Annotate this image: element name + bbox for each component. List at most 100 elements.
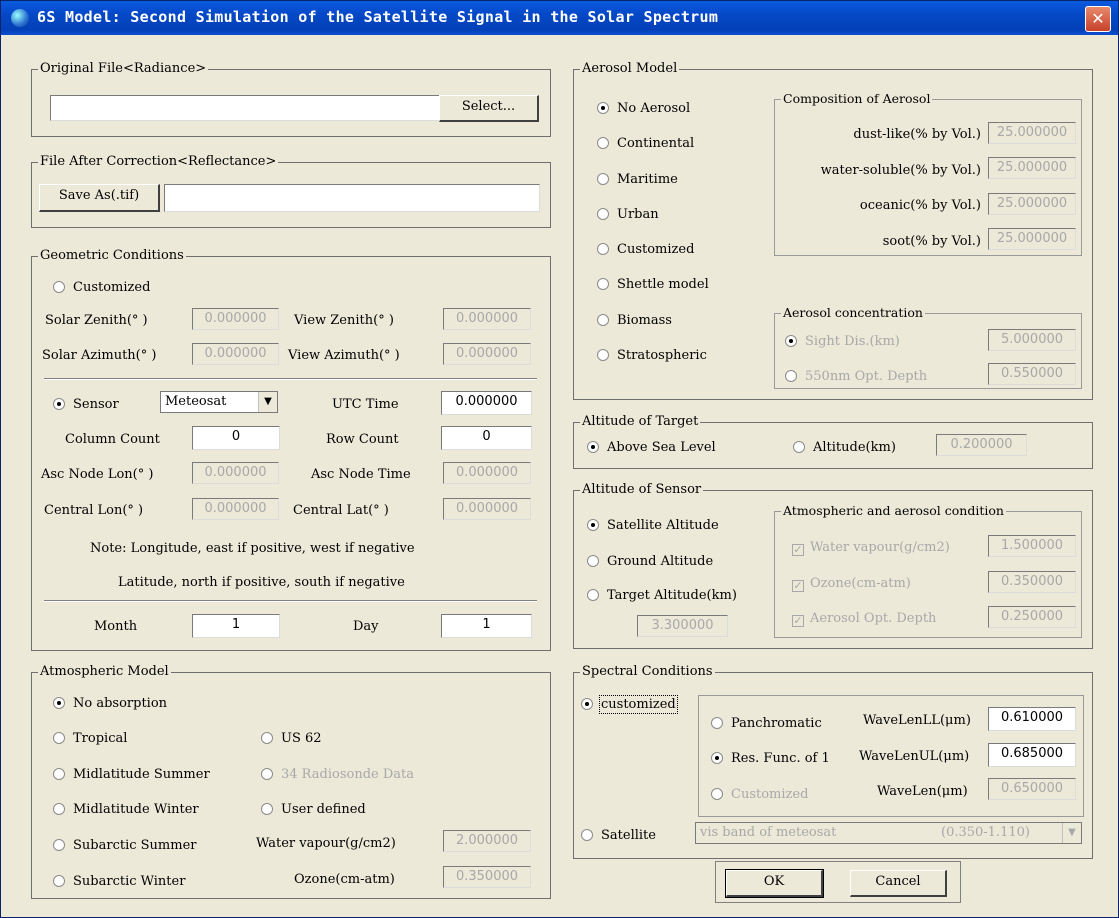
row-count-field[interactable]: 0 bbox=[441, 426, 532, 450]
opt-depth-radio[interactable]: 550nm Opt. Depth bbox=[785, 369, 927, 385]
opt-depth-field[interactable]: 0.550000 bbox=[988, 363, 1076, 385]
radiosonde-radio[interactable]: 34 Radiosonde Data bbox=[261, 767, 414, 783]
sensor-target-altitude-field[interactable]: 3.300000 bbox=[637, 615, 728, 637]
radio-label: US 62 bbox=[281, 731, 322, 746]
central-lon-field[interactable]: 0.000000 bbox=[192, 498, 279, 520]
ozone-checkbox[interactable]: ✓ Ozone(cm-atm) bbox=[792, 576, 911, 592]
panchromatic-radio[interactable]: Panchromatic bbox=[711, 716, 822, 732]
us62-radio[interactable]: US 62 bbox=[261, 731, 322, 747]
satellite-altitude-radio[interactable]: Satellite Altitude bbox=[587, 518, 719, 534]
save-as-button[interactable]: Save As(.tif) bbox=[39, 184, 160, 212]
midlatitude-summer-radio[interactable]: Midlatitude Summer bbox=[53, 767, 210, 783]
checkbox-label: Ozone(cm-atm) bbox=[810, 576, 911, 591]
midlatitude-winter-radio[interactable]: Midlatitude Winter bbox=[53, 802, 199, 818]
shettle-model-radio[interactable]: Shettle model bbox=[597, 277, 709, 293]
original-file-group: Original File<Radiance> Select... bbox=[31, 61, 551, 137]
sensor-radio[interactable]: Sensor bbox=[53, 397, 119, 413]
no-absorption-radio[interactable]: No absorption bbox=[53, 696, 167, 712]
oceanic-field[interactable]: 25.000000 bbox=[988, 193, 1076, 215]
sensor-altitude-group: Altitude of Sensor Satellite Altitude Gr… bbox=[573, 482, 1093, 649]
ground-altitude-radio[interactable]: Ground Altitude bbox=[587, 554, 713, 570]
soot-field[interactable]: 25.000000 bbox=[988, 228, 1076, 250]
wavelen-field[interactable]: 0.650000 bbox=[988, 778, 1076, 800]
target-altitude-km-radio[interactable]: Target Altitude(km) bbox=[587, 588, 737, 604]
day-field[interactable]: 1 bbox=[441, 614, 532, 638]
stratospheric-radio[interactable]: Stratospheric bbox=[597, 348, 707, 364]
biomass-radio[interactable]: Biomass bbox=[597, 313, 672, 329]
wavelen-ul-field[interactable]: 0.685000 bbox=[988, 743, 1076, 767]
select-file-button[interactable]: Select... bbox=[439, 95, 539, 122]
sensor-altitude-legend: Altitude of Sensor bbox=[580, 482, 704, 498]
subarctic-winter-radio[interactable]: Subarctic Winter bbox=[53, 874, 185, 890]
radio-circle-icon bbox=[53, 875, 65, 887]
checkbox-label: Water vapour(g/cm2) bbox=[810, 540, 950, 555]
water-vapour-field[interactable]: 2.000000 bbox=[443, 830, 531, 852]
solar-zenith-field[interactable]: 0.000000 bbox=[192, 308, 279, 330]
sensor-water-vapour-field[interactable]: 1.500000 bbox=[988, 535, 1076, 557]
close-button[interactable]: ✕ bbox=[1085, 6, 1111, 32]
user-defined-radio[interactable]: User defined bbox=[261, 802, 366, 818]
dropdown-arrow-icon[interactable]: ▼ bbox=[1062, 823, 1081, 843]
column-count-field[interactable]: 0 bbox=[192, 426, 280, 450]
maritime-radio[interactable]: Maritime bbox=[597, 172, 678, 188]
wavelen-ll-field[interactable]: 0.610000 bbox=[988, 707, 1076, 731]
asc-node-lon-field[interactable]: 0.000000 bbox=[192, 462, 279, 484]
radio-label: Shettle model bbox=[617, 277, 709, 292]
continental-radio[interactable]: Continental bbox=[597, 136, 694, 152]
wavelength-group: Panchromatic WaveLenLL(μm) 0.610000 Res.… bbox=[698, 695, 1084, 817]
original-file-path[interactable] bbox=[50, 95, 456, 121]
spectral-customized-radio[interactable]: customized bbox=[581, 695, 678, 714]
solar-azimuth-field[interactable]: 0.000000 bbox=[192, 343, 279, 365]
asc-node-time-field[interactable]: 0.000000 bbox=[443, 462, 531, 484]
ok-button[interactable]: OK bbox=[725, 869, 824, 898]
wavelen-label: WaveLen(μm) bbox=[877, 784, 968, 799]
target-altitude-group: Altitude of Target Above Sea Level Altit… bbox=[573, 414, 1093, 469]
water-vapour-checkbox[interactable]: ✓ Water vapour(g/cm2) bbox=[792, 540, 950, 556]
checkbox-checked-icon: ✓ bbox=[792, 543, 804, 556]
sight-distance-field[interactable]: 5.000000 bbox=[988, 329, 1076, 351]
cancel-button[interactable]: Cancel bbox=[850, 870, 947, 897]
view-zenith-field[interactable]: 0.000000 bbox=[443, 308, 531, 330]
geometric-customized-radio[interactable]: Customized bbox=[53, 280, 150, 296]
dropdown-arrow-icon[interactable]: ▼ bbox=[258, 392, 277, 412]
spectral-conditions-group: Spectral Conditions customized Panchroma… bbox=[573, 664, 1093, 859]
no-aerosol-radio[interactable]: No Aerosol bbox=[597, 101, 690, 117]
sensor-ozone-field[interactable]: 0.350000 bbox=[988, 571, 1076, 593]
wavelen-ll-label: WaveLenLL(μm) bbox=[863, 713, 971, 728]
subarctic-summer-radio[interactable]: Subarctic Summer bbox=[53, 838, 196, 854]
res-func-radio[interactable]: Res. Func. of 1 bbox=[711, 751, 830, 767]
satellite-band-select[interactable]: vis band of meteosat (0.350-1.110) ▼ bbox=[695, 822, 1082, 844]
spectral-satellite-radio[interactable]: Satellite bbox=[581, 828, 656, 844]
dialog-window: 6S Model: Second Simulation of the Satel… bbox=[0, 0, 1119, 918]
customized-aerosol-radio[interactable]: Customized bbox=[597, 242, 694, 258]
urban-radio[interactable]: Urban bbox=[597, 207, 659, 223]
water-soluble-field[interactable]: 25.000000 bbox=[988, 157, 1076, 179]
sight-distance-radio[interactable]: Sight Dis.(km) bbox=[785, 334, 900, 350]
central-lat-field[interactable]: 0.000000 bbox=[443, 498, 531, 520]
row-count-label: Row Count bbox=[326, 432, 399, 447]
radio-label: Customized bbox=[617, 242, 695, 257]
radio-label: Satellite bbox=[601, 828, 656, 843]
customized-wavelen-radio[interactable]: Customized bbox=[711, 787, 808, 803]
ozone-label: Ozone(cm-atm) bbox=[294, 872, 395, 887]
save-path-field[interactable] bbox=[164, 184, 540, 212]
above-sea-level-radio[interactable]: Above Sea Level bbox=[587, 440, 716, 456]
tropical-radio[interactable]: Tropical bbox=[53, 731, 127, 747]
target-altitude-field[interactable]: 0.200000 bbox=[936, 434, 1027, 456]
ozone-field[interactable]: 0.350000 bbox=[443, 866, 531, 888]
radio-circle-icon bbox=[261, 768, 273, 780]
geometric-separator-1 bbox=[44, 378, 537, 380]
month-field[interactable]: 1 bbox=[192, 614, 280, 638]
view-azimuth-field[interactable]: 0.000000 bbox=[443, 343, 531, 365]
dust-like-field[interactable]: 25.000000 bbox=[988, 122, 1076, 144]
utc-label: UTC Time bbox=[332, 397, 399, 412]
radio-circle-icon bbox=[597, 243, 609, 255]
radio-label: customized bbox=[599, 695, 678, 714]
altitude-km-radio[interactable]: Altitude(km) bbox=[793, 440, 896, 456]
sensor-select[interactable]: Meteosat ▼ bbox=[160, 391, 278, 413]
aerosol-opt-depth-checkbox[interactable]: ✓ Aerosol Opt. Depth bbox=[792, 611, 936, 627]
geometric-legend: Geometric Conditions bbox=[38, 248, 186, 264]
radio-label: Continental bbox=[617, 136, 695, 151]
utc-field[interactable]: 0.000000 bbox=[441, 391, 532, 415]
sensor-aod-field[interactable]: 0.250000 bbox=[988, 606, 1076, 628]
